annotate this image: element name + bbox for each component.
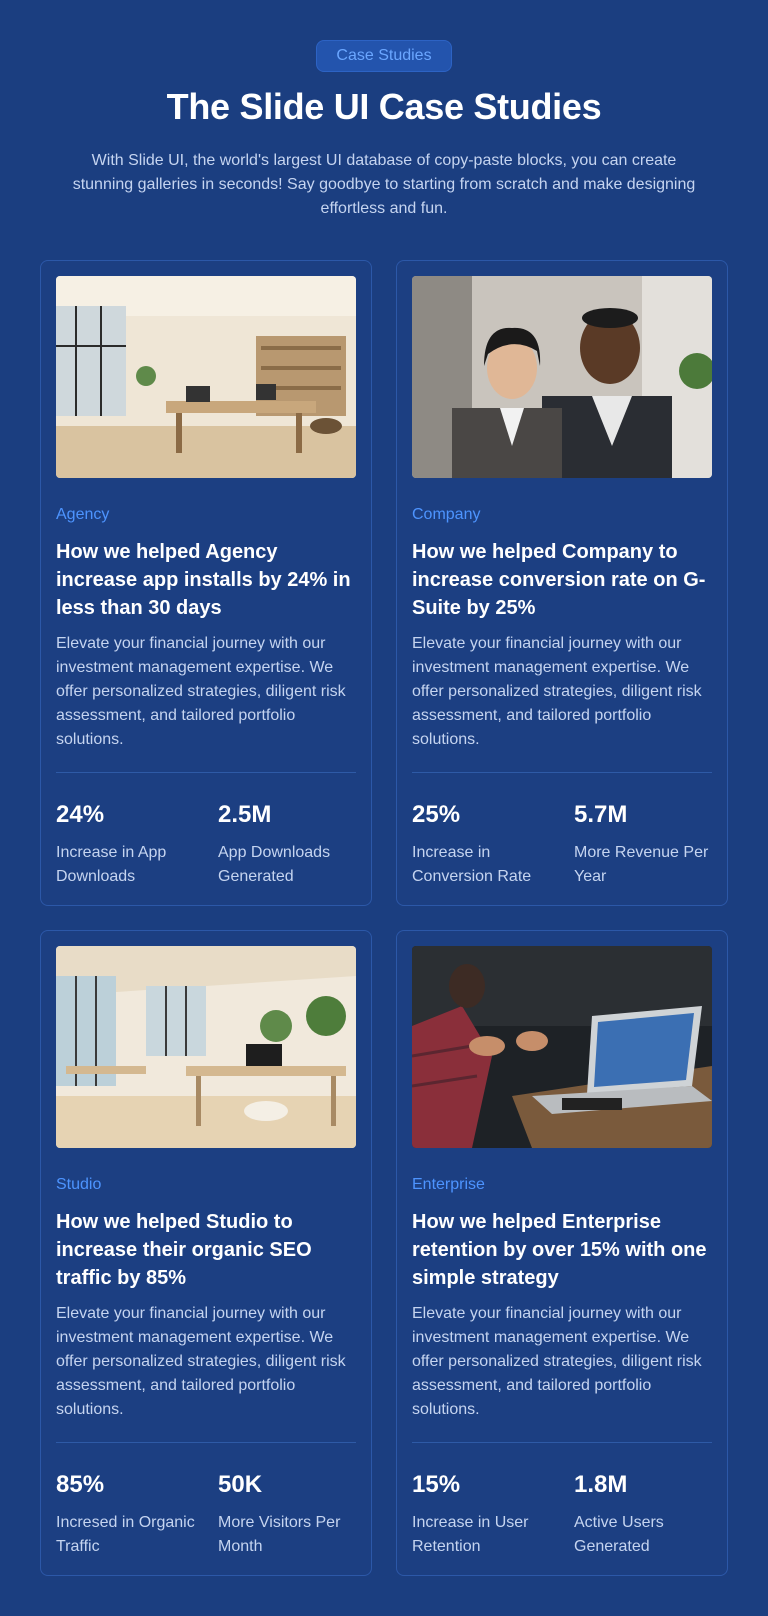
office-interior-image bbox=[56, 276, 356, 478]
stat-label: Increase in App Downloads bbox=[56, 844, 167, 885]
page-subtitle: With Slide UI, the world's largest UI da… bbox=[72, 152, 696, 217]
stat-value: 15% bbox=[412, 1471, 461, 1498]
case-study-card-studio[interactable]: Studio How we helped Studio to increase … bbox=[40, 930, 372, 1576]
card-divider bbox=[412, 1442, 712, 1443]
stat-block: 85% Incresed in Organic Traffic bbox=[56, 1471, 206, 1559]
case-studies-section: Case Studies The Slide UI Case Studies W… bbox=[0, 0, 768, 1616]
stat-label: Active Users Generated bbox=[574, 1514, 664, 1555]
card-description: Elevate your financial journey with our … bbox=[412, 1305, 702, 1418]
card-description: Elevate your financial journey with our … bbox=[56, 635, 346, 748]
stat-value: 2.5M bbox=[218, 801, 272, 828]
case-study-card-enterprise[interactable]: Enterprise How we helped Enterprise rete… bbox=[396, 930, 728, 1576]
stat-value: 1.8M bbox=[574, 1471, 628, 1498]
stat-block: 25% Increase in Conversion Rate bbox=[412, 801, 562, 889]
stat-value: 24% bbox=[56, 801, 105, 828]
card-category: Company bbox=[412, 506, 481, 523]
case-study-card-company[interactable]: Company How we helped Company to increas… bbox=[396, 260, 728, 906]
card-headline[interactable]: How we helped Agency increase app instal… bbox=[56, 538, 360, 622]
card-divider bbox=[56, 772, 356, 773]
case-study-card-agency[interactable]: Agency How we helped Agency increase app… bbox=[40, 260, 372, 906]
stat-label: Increase in Conversion Rate bbox=[412, 844, 532, 885]
stat-block: 50K More Visitors Per Month bbox=[218, 1471, 368, 1559]
stat-value: 5.7M bbox=[574, 801, 628, 828]
meeting-laptop-image bbox=[412, 946, 712, 1148]
business-people-image bbox=[412, 276, 712, 478]
stat-label: More Revenue Per Year bbox=[574, 844, 709, 885]
card-headline[interactable]: How we helped Studio to increase their o… bbox=[56, 1208, 360, 1292]
card-category: Enterprise bbox=[412, 1176, 485, 1193]
page-title: The Slide UI Case Studies bbox=[166, 86, 602, 127]
stat-block: 24% Increase in App Downloads bbox=[56, 801, 206, 889]
stat-value: 50K bbox=[218, 1471, 263, 1498]
stat-label: App Downloads Generated bbox=[218, 844, 331, 885]
stat-label: Increase in User Retention bbox=[412, 1514, 529, 1555]
card-category: Studio bbox=[56, 1176, 102, 1193]
stat-block: 5.7M More Revenue Per Year bbox=[574, 801, 724, 889]
card-headline[interactable]: How we helped Company to increase conver… bbox=[412, 538, 716, 622]
card-category: Agency bbox=[56, 506, 110, 523]
stat-block: 1.8M Active Users Generated bbox=[574, 1471, 724, 1559]
stat-value: 85% bbox=[56, 1471, 105, 1498]
card-description: Elevate your financial journey with our … bbox=[56, 1305, 346, 1418]
open-office-image bbox=[56, 946, 356, 1148]
card-description: Elevate your financial journey with our … bbox=[412, 635, 702, 748]
stat-value: 25% bbox=[412, 801, 461, 828]
stat-label: Incresed in Organic Traffic bbox=[56, 1514, 195, 1555]
card-divider bbox=[412, 772, 712, 773]
card-headline[interactable]: How we helped Enterprise retention by ov… bbox=[412, 1208, 716, 1292]
stat-block: 2.5M App Downloads Generated bbox=[218, 801, 368, 889]
stat-block: 15% Increase in User Retention bbox=[412, 1471, 562, 1559]
stat-label: More Visitors Per Month bbox=[218, 1514, 341, 1555]
section-badge: Case Studies bbox=[316, 40, 452, 72]
card-divider bbox=[56, 1442, 356, 1443]
